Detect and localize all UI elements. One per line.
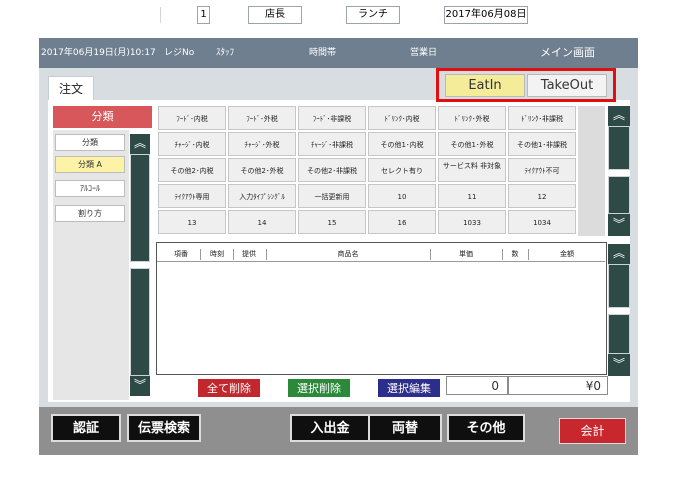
staff-field[interactable]: 店長: [248, 6, 302, 24]
period-field[interactable]: ランチ: [346, 6, 400, 24]
product-button[interactable]: 12: [508, 184, 576, 208]
order-header-quantity: 数: [511, 250, 519, 258]
product-grid-spacer: [578, 106, 605, 236]
total-quantity: 0: [446, 376, 508, 395]
product-button[interactable]: ﾃｲｸｱｳﾄ不可: [508, 158, 576, 182]
datetime-label: 2017年06月19日(月)10:17: [41, 48, 156, 58]
order-header-amount: 金額: [560, 250, 574, 258]
product-button[interactable]: ﾄﾞﾘﾝｸ･外税: [438, 106, 506, 130]
product-scrollbar-lower[interactable]: [608, 176, 630, 214]
product-button[interactable]: サービス料 非対象: [438, 158, 506, 182]
product-button[interactable]: ﾁｬｰｼﾞ･内税: [158, 132, 226, 156]
category-item-bunrui[interactable]: 分類: [55, 134, 125, 151]
product-button[interactable]: 一括更新用: [298, 184, 366, 208]
product-button[interactable]: 10: [368, 184, 436, 208]
order-header-item-name: 商品名: [337, 250, 359, 258]
eatin-button[interactable]: EatIn: [445, 74, 525, 97]
product-button[interactable]: その他2･内税: [158, 158, 226, 182]
divider: [528, 249, 529, 260]
exchange-button[interactable]: 両替: [368, 414, 442, 442]
category-item-bunrui-a[interactable]: 分類 A: [55, 156, 125, 173]
category-item-alcohol[interactable]: ｱﾙｺｰﾙ: [55, 180, 125, 197]
divider: [266, 249, 267, 260]
product-button[interactable]: ﾄﾞﾘﾝｸ･非課税: [508, 106, 576, 130]
divider: [502, 249, 503, 260]
order-scrollbar-upper[interactable]: [608, 264, 630, 308]
staff-label: ｽﾀｯﾌ: [216, 48, 235, 58]
slip-search-button[interactable]: 伝票検索: [127, 414, 201, 442]
product-button[interactable]: セレクト有り: [368, 158, 436, 182]
register-number: 1: [197, 6, 210, 24]
delete-all-button[interactable]: 全て削除: [197, 378, 261, 398]
business-day-label: 営業日: [410, 48, 438, 58]
product-button[interactable]: ﾁｬｰｼﾞ･外税: [228, 132, 296, 156]
category-scroll-up-button[interactable]: ︽: [130, 134, 150, 154]
product-button[interactable]: その他2･非課税: [298, 158, 366, 182]
period-label: 時間帯: [309, 48, 337, 58]
category-scrollbar-lower[interactable]: [130, 268, 150, 376]
product-button[interactable]: ﾄﾞﾘﾝｸ･内税: [368, 106, 436, 130]
product-button[interactable]: ﾌｰﾄﾞ･内税: [158, 106, 226, 130]
checkout-button[interactable]: 会計: [559, 418, 626, 444]
order-header-time: 時刻: [210, 250, 224, 258]
product-button[interactable]: ﾁｬｰｼﾞ･非課税: [298, 132, 366, 156]
product-scrollbar-upper[interactable]: [608, 126, 630, 170]
product-button[interactable]: 1033: [438, 210, 506, 234]
product-button[interactable]: ﾌｰﾄﾞ･外税: [228, 106, 296, 130]
product-button[interactable]: ﾃｲｸｱｳﾄ専用: [158, 184, 226, 208]
product-button[interactable]: ﾌｰﾄﾞ･非課税: [298, 106, 366, 130]
order-scroll-up-button[interactable]: ︽: [608, 244, 630, 264]
divider: [157, 261, 605, 262]
register-label: レジNo: [164, 48, 195, 58]
product-button[interactable]: 入力ﾀｲﾌﾟｼﾝｸﾞﾙ: [228, 184, 296, 208]
order-scrollbar-lower[interactable]: [608, 314, 630, 354]
business-day-field: 2017年06月08日: [444, 6, 528, 24]
auth-button[interactable]: 認証: [51, 414, 121, 442]
cash-in-out-button[interactable]: 入出金: [290, 414, 370, 442]
edit-selected-button[interactable]: 選択編集: [377, 378, 441, 398]
product-button[interactable]: 11: [438, 184, 506, 208]
total-amount: ¥0: [508, 376, 608, 395]
product-button[interactable]: その他1･内税: [368, 132, 436, 156]
product-button[interactable]: 16: [368, 210, 436, 234]
product-scroll-down-button[interactable]: ︾: [608, 214, 630, 236]
category-header: 分類: [53, 106, 152, 128]
screen-title: メイン画面: [540, 46, 595, 59]
divider: [430, 249, 431, 260]
divider: [200, 249, 201, 260]
takeout-button[interactable]: TakeOut: [527, 74, 607, 97]
category-item-warikata[interactable]: 割り方: [55, 205, 125, 222]
product-button[interactable]: その他1･非課税: [508, 132, 576, 156]
category-scrollbar-upper[interactable]: [130, 154, 150, 262]
product-button[interactable]: その他2･外税: [228, 158, 296, 182]
product-button[interactable]: 1034: [508, 210, 576, 234]
order-header-served: 提供: [242, 250, 256, 258]
category-scroll-down-button[interactable]: ︾: [130, 376, 150, 396]
product-button[interactable]: 15: [298, 210, 366, 234]
product-scroll-up-button[interactable]: ︽: [608, 106, 630, 126]
product-button[interactable]: 14: [228, 210, 296, 234]
other-button[interactable]: その他: [447, 414, 525, 442]
order-header-unit-price: 単価: [459, 250, 473, 258]
divider: [160, 7, 161, 23]
product-button[interactable]: 13: [158, 210, 226, 234]
product-button[interactable]: その他1･外税: [438, 132, 506, 156]
order-scroll-down-button[interactable]: ︾: [608, 354, 630, 376]
tab-order[interactable]: 注文: [48, 76, 94, 100]
delete-selected-button[interactable]: 選択削除: [287, 378, 351, 398]
order-header-number: 項番: [174, 250, 188, 258]
